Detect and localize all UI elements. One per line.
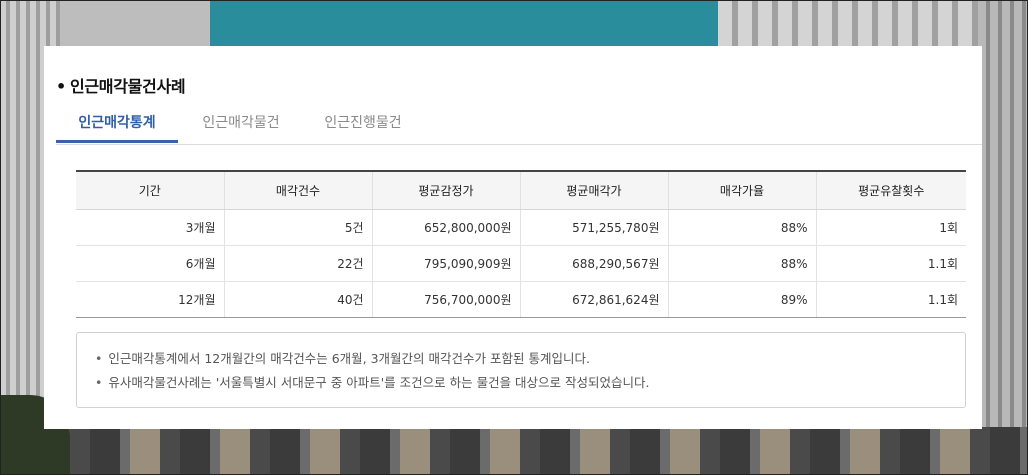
window-border (0, 0, 1028, 475)
